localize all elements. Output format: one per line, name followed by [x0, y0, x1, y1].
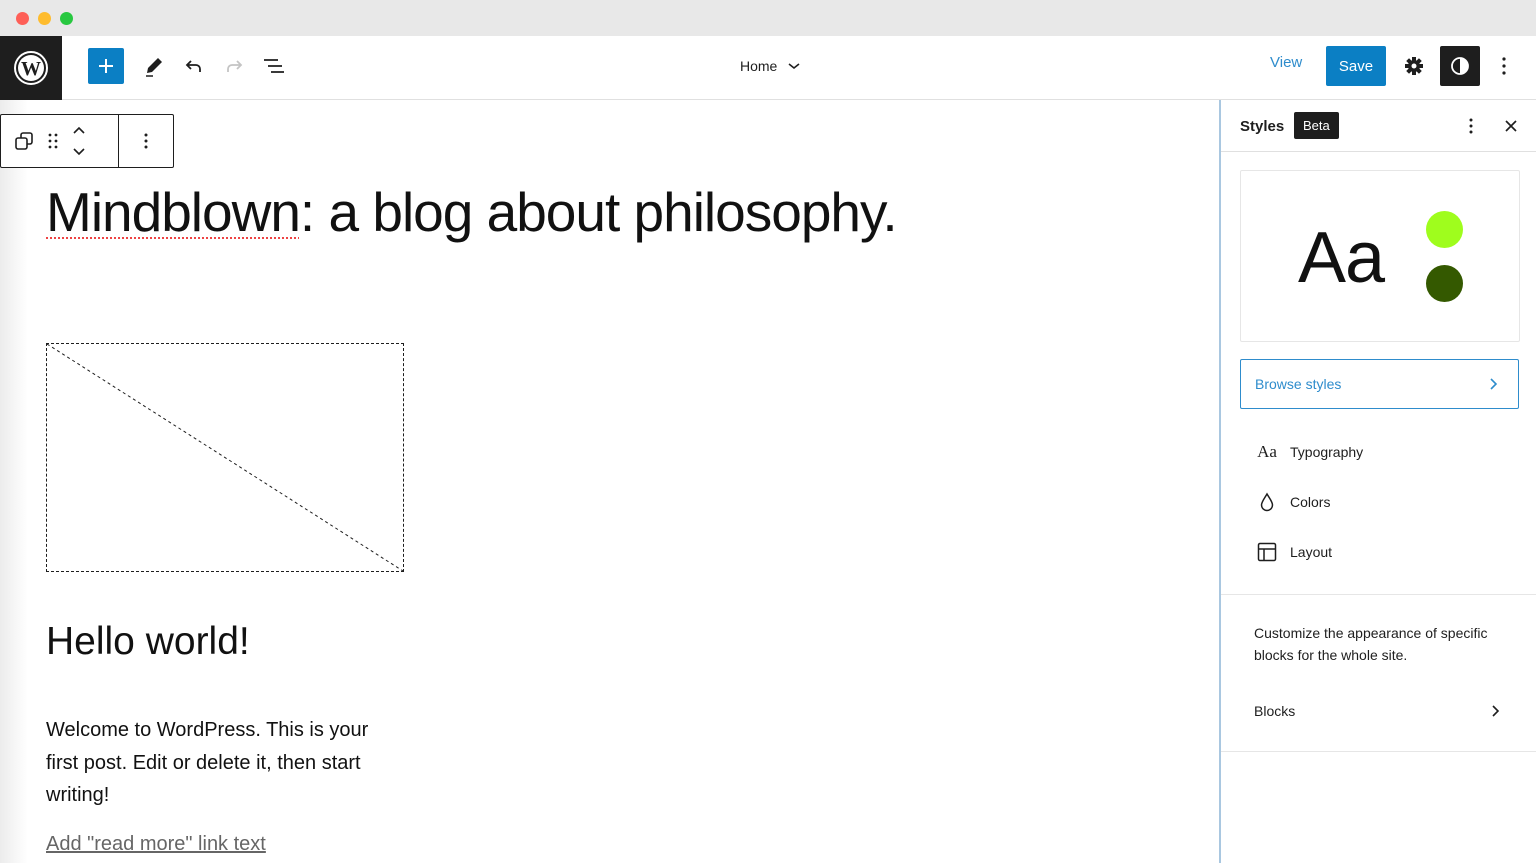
plus-icon [99, 59, 113, 73]
undo-button[interactable] [176, 48, 212, 84]
blocks-description: Customize the appearance of specific blo… [1254, 625, 1488, 663]
window-minimize-button[interactable] [38, 12, 51, 25]
layout-icon [1257, 542, 1277, 562]
block-toolbar-main-group [1, 115, 119, 167]
redo-icon [227, 60, 243, 72]
style-preview[interactable]: Aa [1240, 170, 1520, 342]
sidebar-header: Styles Beta [1221, 100, 1536, 152]
sidebar-item-label: Layout [1290, 544, 1333, 560]
list-view-icon [264, 59, 284, 73]
move-up-down-button[interactable] [71, 125, 87, 157]
layout-icon-wrapper [1256, 542, 1278, 562]
redo-button[interactable] [216, 48, 252, 84]
drag-handle-icon [48, 133, 58, 149]
sidebar-close-button[interactable] [1499, 114, 1523, 138]
browse-styles-button[interactable]: Browse styles [1240, 359, 1519, 409]
vertical-ellipsis-icon [144, 133, 148, 149]
sidebar-options-button[interactable] [1459, 114, 1483, 138]
browse-styles-label: Browse styles [1255, 376, 1342, 392]
gear-icon [1405, 57, 1423, 75]
close-icon [1505, 120, 1517, 132]
sidebar-item-typography[interactable]: Aa Typography [1256, 434, 1516, 470]
editor-header: W Home View Save [0, 36, 1536, 100]
document-title: Home [740, 58, 778, 74]
sidebar-item-layout[interactable]: Layout [1256, 534, 1516, 570]
settings-button[interactable] [1396, 48, 1432, 84]
post-title[interactable]: Hello world! [46, 620, 250, 664]
window-titlebar [0, 0, 1536, 36]
window-close-button[interactable] [16, 12, 29, 25]
vertical-ellipsis-icon [1502, 57, 1506, 75]
block-options-button[interactable] [143, 132, 149, 150]
site-title[interactable]: Mindblown: a blog about philosophy. [46, 180, 898, 244]
document-title-dropdown[interactable]: Home [740, 52, 801, 80]
chevron-down-icon [788, 63, 800, 70]
tools-button[interactable] [136, 48, 172, 84]
add-block-button[interactable] [88, 48, 124, 84]
window-maximize-button[interactable] [60, 12, 73, 25]
droplet-icon [1260, 492, 1274, 512]
sidebar-item-label: Blocks [1254, 703, 1296, 719]
sidebar-item-label: Colors [1290, 494, 1331, 510]
preview-sample-text: Aa [1298, 218, 1385, 298]
list-view-button[interactable] [256, 48, 292, 84]
block-transform-button[interactable] [13, 130, 35, 152]
sidebar-title: Styles [1240, 118, 1285, 135]
options-menu-button[interactable] [1490, 48, 1518, 84]
vertical-ellipsis-icon [1469, 118, 1473, 134]
save-button[interactable]: Save [1326, 46, 1386, 86]
primary-color-swatch [1426, 211, 1463, 248]
duplicate-icon [15, 132, 33, 150]
chevron-right-icon [1492, 705, 1500, 717]
sidebar-item-blocks[interactable]: Blocks [1254, 696, 1500, 726]
undo-icon [185, 60, 201, 72]
sidebar-item-label: Typography [1290, 444, 1364, 460]
styles-sidebar: Styles Beta Aa Browse styles Aa Typograp… [1219, 100, 1536, 863]
block-toolbar-options-group [119, 115, 173, 167]
wordpress-logo-button[interactable]: W [0, 36, 62, 100]
droplet-icon-wrapper [1256, 492, 1278, 512]
pencil-icon [146, 58, 162, 77]
half-circle-contrast-icon [1451, 57, 1469, 75]
typography-icon: Aa [1257, 442, 1277, 461]
secondary-color-swatch [1426, 265, 1463, 302]
featured-image-placeholder[interactable] [46, 343, 404, 572]
drag-handle[interactable] [47, 132, 59, 150]
read-more-link[interactable]: Add "read more" link text [46, 833, 266, 856]
move-up-down-icon [73, 126, 85, 156]
view-link[interactable]: View [1270, 54, 1302, 71]
svg-text:W: W [21, 58, 41, 80]
misspelled-word[interactable]: Mindblown [46, 181, 301, 243]
site-title-rest: : a blog about philosophy. [299, 181, 898, 243]
block-toolbar [0, 114, 174, 168]
editor-canvas[interactable]: Mindblown: a blog about philosophy. Hell… [0, 100, 1220, 863]
chevron-right-icon [1490, 378, 1498, 390]
styles-toggle-button[interactable] [1440, 46, 1480, 86]
sidebar-item-colors[interactable]: Colors [1256, 484, 1516, 520]
post-excerpt[interactable]: Welcome to WordPress. This is your first… [46, 714, 386, 812]
beta-badge: Beta [1294, 112, 1339, 139]
sidebar-divider [1221, 594, 1536, 595]
placeholder-diagonal-icon [47, 344, 403, 571]
sidebar-divider [1221, 751, 1536, 752]
wordpress-logo-icon: W [14, 51, 48, 85]
